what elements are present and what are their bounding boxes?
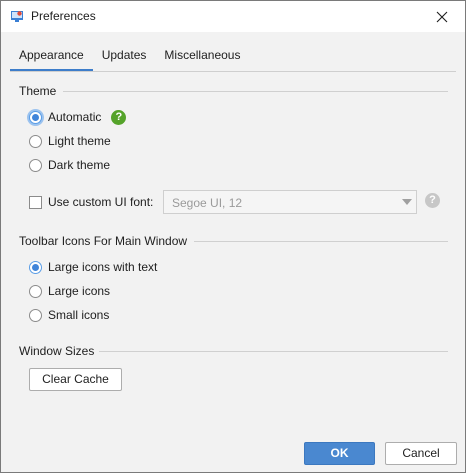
tab-updates[interactable]: Updates — [93, 41, 156, 69]
large-icons-text-option[interactable]: Large icons with text — [29, 258, 157, 276]
theme-heading: Theme — [19, 84, 57, 98]
window-title: Preferences — [31, 9, 96, 23]
title-bar[interactable]: Preferences — [1, 1, 465, 32]
large-icons-option[interactable]: Large icons — [29, 282, 110, 300]
window-sizes-heading: Window Sizes — [19, 344, 95, 358]
large-icons-text-label: Large icons with text — [48, 260, 158, 274]
theme-light-option[interactable]: Light theme — [29, 132, 111, 150]
theme-light-label: Light theme — [48, 134, 111, 148]
small-icons-label: Small icons — [48, 308, 110, 322]
theme-dark-label: Dark theme — [48, 158, 111, 172]
custom-font-option[interactable]: Use custom UI font: — [29, 193, 153, 211]
chevron-down-icon — [402, 199, 412, 205]
window-sizes-divider — [99, 351, 448, 352]
large-icons-radio[interactable] — [29, 284, 42, 298]
custom-font-label: Use custom UI font: — [48, 195, 154, 209]
toolbar-icons-heading: Toolbar Icons For Main Window — [19, 234, 188, 248]
close-icon — [436, 11, 448, 22]
small-icons-radio[interactable] — [29, 308, 42, 322]
tab-appearance[interactable]: Appearance — [10, 41, 93, 71]
small-icons-option[interactable]: Small icons — [29, 306, 109, 324]
custom-font-dropdown[interactable]: Segoe UI, 12 — [163, 190, 417, 214]
tab-separator — [10, 71, 456, 72]
help-question-icon-disabled[interactable]: ? — [425, 193, 440, 208]
ok-button[interactable]: OK — [304, 442, 375, 465]
theme-dark-option[interactable]: Dark theme — [29, 156, 110, 174]
clear-cache-button[interactable]: Clear Cache — [29, 368, 122, 391]
large-icons-text-radio[interactable] — [29, 260, 42, 274]
custom-font-value: Segoe UI, 12 — [172, 196, 243, 210]
toolbar-icons-divider — [194, 241, 448, 242]
theme-divider — [63, 91, 448, 92]
theme-automatic-radio[interactable] — [29, 110, 42, 124]
theme-dark-radio[interactable] — [29, 158, 42, 172]
theme-light-radio[interactable] — [29, 134, 42, 148]
theme-automatic-option[interactable]: Automatic ? — [29, 108, 127, 126]
close-button[interactable] — [419, 1, 465, 32]
tab-miscellaneous[interactable]: Miscellaneous — [155, 41, 249, 69]
large-icons-label: Large icons — [48, 284, 111, 298]
preferences-app-icon — [11, 11, 23, 22]
cancel-button[interactable]: Cancel — [385, 442, 457, 465]
tab-bar: Appearance Updates Miscellaneous — [10, 41, 249, 71]
help-question-icon[interactable]: ? — [111, 109, 127, 125]
preferences-dialog: Preferences Appearance Updates Miscellan… — [0, 0, 466, 473]
custom-font-checkbox[interactable] — [29, 195, 42, 209]
theme-automatic-label: Automatic — [48, 110, 102, 124]
